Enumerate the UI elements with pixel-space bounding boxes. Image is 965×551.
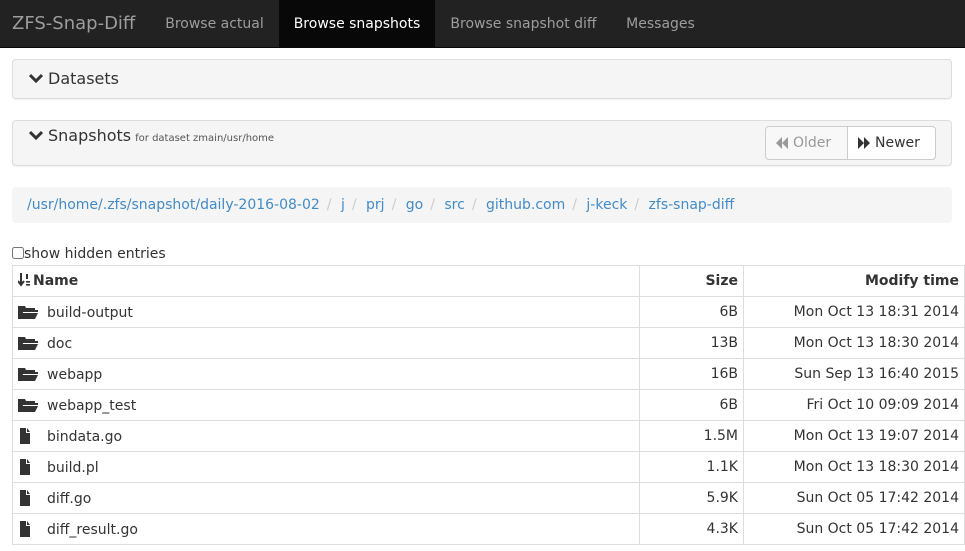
file-name[interactable]: build-output (47, 305, 133, 321)
older-label: Older (793, 135, 832, 151)
size-cell: 1.1K (639, 451, 744, 483)
breadcrumb-item[interactable]: zfs-snap-diff (649, 197, 735, 213)
breadcrumb-item[interactable]: /usr/home/.zfs/snapshot/daily-2016-08-02 (27, 197, 320, 213)
file-name[interactable]: build.pl (47, 460, 99, 476)
breadcrumb-separator: / (326, 197, 332, 213)
file-icon (20, 489, 30, 506)
mtime-cell: Fri Oct 10 09:09 2014 (743, 389, 965, 421)
name-cell[interactable]: webapp (12, 358, 640, 390)
breadcrumb-separator: / (634, 197, 640, 213)
size-cell: 16B (639, 358, 744, 390)
folder-icon (18, 367, 38, 381)
folder-icon (18, 398, 38, 412)
name-cell[interactable]: doc (12, 327, 640, 359)
size-cell: 6B (639, 389, 744, 421)
mtime-cell: Sun Oct 05 17:42 2014 (743, 513, 965, 545)
file-icon (20, 427, 30, 444)
mtime-cell: Mon Oct 13 18:31 2014 (743, 296, 965, 328)
sort-icon (17, 273, 30, 287)
snapshots-subtitle: for dataset zmain/usr/home (135, 133, 275, 144)
name-cell[interactable]: build.pl (12, 451, 640, 483)
table-row[interactable]: diff_result.go 4.3K Sun Oct 05 17:42 2014 (12, 513, 965, 545)
name-cell[interactable]: build-output (12, 296, 640, 328)
datasets-panel-title[interactable]: Datasets (29, 69, 119, 88)
table-row[interactable]: build-output 6B Mon Oct 13 18:31 2014 (12, 296, 965, 328)
table-row[interactable]: doc 13B Mon Oct 13 18:30 2014 (12, 327, 965, 359)
table-row[interactable]: build.pl 1.1K Mon Oct 13 18:30 2014 (12, 451, 965, 483)
datasets-title-text: Datasets (48, 69, 119, 88)
mtime-column-header[interactable]: Modify time (743, 265, 965, 297)
table-header-row: Name Size Modify time (12, 265, 965, 297)
mtime-cell: Mon Oct 13 18:30 2014 (743, 451, 965, 483)
tab-browse-snapshot-diff[interactable]: Browse snapshot diff (435, 0, 612, 48)
forward-icon (858, 137, 870, 149)
file-icon (20, 520, 30, 537)
datasets-panel[interactable]: Datasets (12, 59, 952, 99)
size-cell: 5.9K (639, 482, 744, 514)
show-hidden-label[interactable]: show hidden entries (24, 246, 166, 262)
breadcrumb-item[interactable]: github.com (486, 197, 565, 213)
chevron-down-icon (29, 73, 43, 84)
file-name[interactable]: bindata.go (47, 429, 122, 445)
file-name[interactable]: diff.go (47, 491, 91, 507)
file-name[interactable]: webapp (47, 367, 102, 383)
file-name[interactable]: diff_result.go (47, 522, 138, 538)
size-cell: 1.5M (639, 420, 744, 452)
breadcrumb-separator: / (572, 197, 577, 213)
mtime-cell: Sun Oct 05 17:42 2014 (743, 482, 965, 514)
table-row[interactable]: webapp 16B Sun Sep 13 16:40 2015 (12, 358, 965, 390)
mtime-cell: Mon Oct 13 18:30 2014 (743, 327, 965, 359)
snapshots-title-text: Snapshots (48, 126, 132, 145)
table-row[interactable]: webapp_test 6B Fri Oct 10 09:09 2014 (12, 389, 965, 421)
show-hidden-row: show hidden entries (12, 245, 166, 263)
backward-icon (776, 137, 788, 149)
name-cell[interactable]: diff.go (12, 482, 640, 514)
file-table: Name Size Modify time build-output 6B Mon … (12, 265, 965, 545)
table-row[interactable]: bindata.go 1.5M Mon Oct 13 19:07 2014 (12, 420, 965, 452)
tab-browse-snapshots[interactable]: Browse snapshots (279, 0, 435, 48)
size-cell: 6B (639, 296, 744, 328)
snapshots-panel-title[interactable]: Snapshots for dataset zmain/usr/home (29, 126, 274, 145)
size-cell: 4.3K (639, 513, 744, 545)
breadcrumb-separator: / (430, 197, 435, 213)
breadcrumb: /usr/home/.zfs/snapshot/daily-2016-08-02… (12, 187, 952, 223)
name-cell[interactable]: diff_result.go (12, 513, 640, 545)
breadcrumb-item[interactable]: j-keck (586, 197, 627, 213)
breadcrumb-item[interactable]: go (406, 197, 423, 213)
folder-icon (18, 336, 38, 350)
name-header-label: Name (33, 273, 79, 289)
top-navbar: ZFS-Snap-Diff Browse actual Browse snaps… (0, 0, 965, 48)
older-button[interactable]: Older (765, 126, 848, 160)
mtime-cell: Mon Oct 13 19:07 2014 (743, 420, 965, 452)
tab-messages[interactable]: Messages (612, 0, 709, 48)
file-name[interactable]: doc (47, 336, 72, 352)
breadcrumb-item[interactable]: src (444, 197, 464, 213)
mtime-cell: Sun Sep 13 16:40 2015 (743, 358, 965, 390)
newer-label: Newer (875, 135, 920, 151)
breadcrumb-separator: / (471, 197, 477, 213)
size-column-header[interactable]: Size (639, 265, 744, 297)
tab-browse-actual[interactable]: Browse actual (150, 0, 279, 48)
chevron-down-icon (29, 130, 43, 141)
app-brand[interactable]: ZFS-Snap-Diff (12, 0, 135, 48)
file-name[interactable]: webapp_test (47, 398, 136, 414)
breadcrumb-separator: / (391, 197, 397, 213)
name-cell[interactable]: webapp_test (12, 389, 640, 421)
name-cell[interactable]: bindata.go (12, 420, 640, 452)
breadcrumb-item[interactable]: prj (366, 197, 385, 213)
size-cell: 13B (639, 327, 744, 359)
breadcrumb-separator: / (351, 197, 357, 213)
name-column-header[interactable]: Name (12, 265, 640, 297)
snapshots-panel: Snapshots for dataset zmain/usr/home Olde… (12, 120, 952, 166)
table-row[interactable]: diff.go 5.9K Sun Oct 05 17:42 2014 (12, 482, 965, 514)
show-hidden-checkbox[interactable] (12, 247, 24, 259)
newer-button[interactable]: Newer (847, 126, 936, 160)
file-icon (20, 458, 30, 475)
folder-icon (18, 305, 38, 319)
